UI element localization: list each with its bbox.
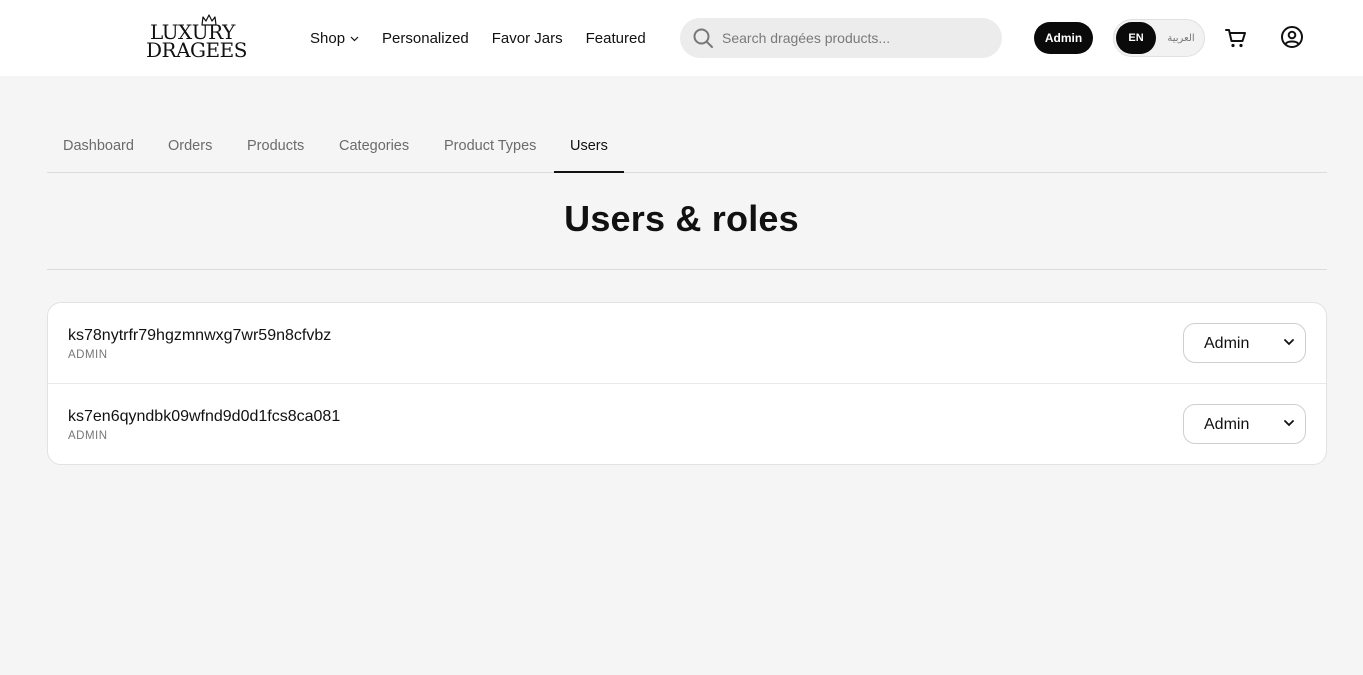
list-item: ks78nytrfr79hgzmnwxg7wr59n8cfvbz ADMIN A… (48, 303, 1326, 384)
search-bar (680, 18, 1002, 58)
user-id: ks78nytrfr79hgzmnwxg7wr59n8cfvbz (68, 327, 332, 344)
search-icon (693, 28, 713, 48)
chevron-down-icon (350, 36, 359, 42)
user-account-icon[interactable] (1280, 25, 1304, 49)
site-header: LUXURY DRAGEES Shop Personalized Favor J… (0, 0, 1363, 76)
admin-button[interactable]: Admin (1034, 22, 1093, 54)
logo[interactable]: LUXURY DRAGEES (145, 14, 247, 60)
tab-product-types[interactable]: Product Types (428, 128, 552, 172)
language-switcher: EN العربية (1113, 19, 1205, 57)
tab-users[interactable]: Users (554, 128, 624, 173)
lang-ar-button[interactable]: العربية (1160, 22, 1202, 54)
main-nav: Shop Personalized Favor Jars Featured (310, 28, 646, 48)
tab-orders[interactable]: Orders (152, 128, 228, 172)
role-select[interactable]: Admin (1183, 404, 1306, 444)
nav-personalized[interactable]: Personalized (382, 30, 469, 47)
page-title: Users & roles (564, 198, 799, 239)
nav-featured[interactable]: Featured (586, 30, 646, 47)
user-role-label: ADMIN (68, 349, 108, 361)
nav-favor-jars[interactable]: Favor Jars (492, 30, 563, 47)
divider (47, 269, 1327, 270)
cart-icon[interactable] (1224, 26, 1248, 50)
logo-line-2: DRAGEES (146, 38, 247, 62)
admin-tabs: Dashboard Orders Products Categories Pro… (47, 128, 1327, 173)
role-select[interactable]: Admin (1183, 323, 1306, 363)
search-input[interactable] (722, 26, 982, 50)
lang-en-button[interactable]: EN (1116, 22, 1156, 54)
user-role-label: ADMIN (68, 430, 108, 442)
nav-shop[interactable]: Shop (310, 30, 359, 47)
tab-dashboard[interactable]: Dashboard (47, 128, 150, 172)
nav-shop-label: Shop (310, 29, 346, 47)
tab-categories[interactable]: Categories (323, 128, 425, 172)
users-list: ks78nytrfr79hgzmnwxg7wr59n8cfvbz ADMIN A… (47, 302, 1327, 465)
list-item: ks7en6qyndbk09wfnd9d0d1fcs8ca081 ADMIN A… (48, 384, 1326, 464)
user-id: ks7en6qyndbk09wfnd9d0d1fcs8ca081 (68, 408, 341, 425)
tab-products[interactable]: Products (231, 128, 320, 172)
